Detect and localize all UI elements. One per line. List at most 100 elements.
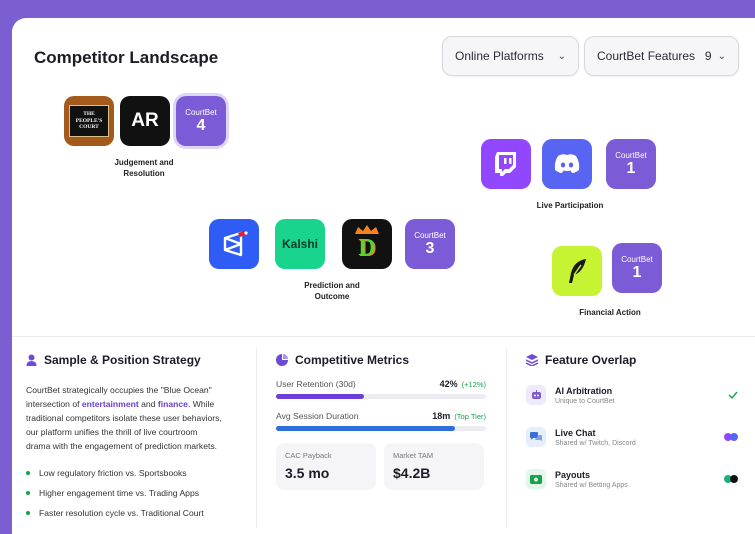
column-divider: [256, 348, 257, 528]
shared-platform-dots: [724, 433, 738, 441]
retention-label: User Retention (30d): [276, 379, 356, 389]
bullet-text: Higher engagement time vs. Trading Apps: [39, 488, 200, 498]
column-divider: [506, 348, 507, 528]
strategy-bullets: Low regulatory friction vs. Sportsbooks …: [26, 463, 241, 523]
finance-highlight: finance: [157, 399, 188, 409]
list-item: Low regulatory friction vs. Sportsbooks: [26, 463, 241, 483]
strategy-line: drama with the engagement of prediction …: [26, 441, 218, 451]
feather-icon: [569, 259, 586, 283]
list-item[interactable]: Payouts Shared w/ Betting Apps: [526, 465, 738, 493]
overlap-section: Feature Overlap AI Arbitration Unique to…: [526, 353, 738, 493]
robot-icon: [526, 385, 546, 405]
retention-value: 42%: [439, 379, 458, 389]
strategy-heading: Sample & Position Strategy: [26, 353, 241, 367]
shared-platform-dots: [724, 475, 738, 483]
chat-icon: [526, 427, 546, 447]
list-item[interactable]: AI Arbitration Unique to CourtBet: [526, 381, 738, 409]
session-value: 18m: [432, 411, 451, 421]
strategy-line: our platform unifies the thrill of live …: [26, 427, 198, 437]
session-note: (Top Tier): [454, 412, 486, 421]
bullet-dot: [26, 511, 30, 515]
draftkings-logo[interactable]: D: [342, 219, 392, 269]
feature-title: Payouts: [555, 469, 591, 480]
tam-label: Market TAM: [393, 451, 434, 460]
courtbet-count: 1: [626, 159, 636, 177]
kpi-row: CAC Payback 3.5 mo Market TAM $4.2B: [276, 443, 486, 490]
market-tam-card: Market TAM $4.2B: [384, 443, 484, 490]
twitch-logo[interactable]: [481, 139, 531, 189]
prediction-label-line2: Outcome: [314, 292, 350, 301]
courtbet-count: 3: [425, 239, 435, 257]
feature-subtitle: Unique to CourtBet: [555, 397, 615, 405]
courtbet-name: CourtBet: [414, 230, 446, 240]
courtbet-name: CourtBet: [185, 107, 217, 117]
retention-note: (+12%): [461, 380, 486, 389]
courtbet-name: CourtBet: [621, 254, 653, 264]
bullet-dot: [26, 471, 30, 475]
metrics-heading: Competitive Metrics: [276, 353, 486, 367]
crown-icon: [355, 225, 379, 234]
feature-title: AI Arbitration: [555, 385, 613, 396]
retention-bar: [276, 394, 486, 399]
chevron-down-icon: ⌄: [717, 50, 726, 62]
bullet-dot: [26, 491, 30, 495]
list-item[interactable]: Live Chat Shared w/ Twitch, Discord: [526, 423, 738, 451]
live-participation-label: Live Participation: [536, 201, 604, 210]
courtbet-features-dropdown[interactable]: CourtBet Features 9 ⌄: [584, 36, 739, 76]
courtbet-financial-badge[interactable]: CourtBet 1: [612, 243, 662, 293]
features-count: 9: [704, 49, 712, 63]
discord-icon: [554, 154, 580, 173]
robinhood-logo[interactable]: [552, 246, 602, 296]
session-bar: [276, 426, 486, 431]
strategy-text: . While: [187, 399, 215, 409]
overlap-heading: Feature Overlap: [526, 353, 738, 367]
prediction-label-line1: Prediction and: [304, 281, 360, 290]
session-metric: Avg Session Duration 18m (Top Tier): [276, 411, 486, 431]
courtbet-count: 1: [632, 263, 642, 281]
ar-logo[interactable]: AR: [120, 96, 170, 146]
strategy-section: Sample & Position Strategy CourtBet stra…: [26, 353, 241, 523]
pie-chart-icon: [276, 354, 288, 366]
peoples-court-text-3: COURT: [79, 124, 99, 131]
judgement-label: Judgement and Resolution: [94, 157, 194, 179]
online-platforms-dropdown[interactable]: Online Platforms ⌄: [442, 36, 579, 76]
page-title: Competitor Landscape: [34, 48, 219, 67]
courtbet-name: CourtBet: [615, 150, 647, 160]
strategy-text: and: [138, 399, 158, 409]
peoples-court-logo[interactable]: THE PEOPLE'S COURT: [64, 96, 114, 146]
overlap-title: Feature Overlap: [545, 353, 637, 367]
metrics-title: Competitive Metrics: [295, 353, 410, 367]
financial-action-label: Financial Action: [579, 308, 641, 317]
money-icon: [526, 469, 546, 489]
draftkings-logo-text: D: [358, 234, 376, 261]
feature-subtitle: Shared w/ Twitch, Discord: [555, 439, 636, 447]
polymarket-icon: [223, 231, 248, 257]
cac-payback-card: CAC Payback 3.5 mo: [276, 443, 376, 490]
retention-bar-fill: [276, 394, 365, 399]
chevron-down-icon: ⌄: [557, 50, 566, 62]
strategy-text: intersection of: [26, 399, 82, 409]
check-icon: [728, 391, 738, 399]
session-label: Avg Session Duration: [276, 411, 359, 421]
courtbet-live-badge[interactable]: CourtBet 1: [606, 139, 656, 189]
bullet-text: Low regulatory friction vs. Sportsbooks: [39, 468, 187, 478]
strategy-line: traditional competitors isolate these us…: [26, 413, 222, 423]
courtbet-judgement-badge[interactable]: CourtBet 4: [176, 96, 226, 146]
strategy-line: CourtBet strategically occupies the "Blu…: [26, 385, 212, 395]
kalshi-logo[interactable]: Kalshi: [275, 219, 325, 269]
discord-logo[interactable]: [542, 139, 592, 189]
online-platforms-label: Online Platforms: [455, 49, 544, 63]
strategy-line: intersection of entertainment and financ…: [26, 397, 241, 411]
polymarket-logo[interactable]: [209, 219, 259, 269]
entertainment-highlight: entertainment: [81, 399, 139, 409]
cac-value: 3.5 mo: [285, 465, 330, 481]
courtbet-prediction-badge[interactable]: CourtBet 3: [405, 219, 455, 269]
ar-logo-text: AR: [131, 110, 159, 131]
metrics-section: Competitive Metrics User Retention (30d)…: [276, 353, 486, 490]
judgement-label-line1: Judgement and: [114, 158, 174, 167]
list-item: Faster resolution cycle vs. Traditional …: [26, 503, 241, 523]
retention-metric: User Retention (30d) 42% (+12%): [276, 379, 486, 399]
strategy-paragraph: CourtBet strategically occupies the "Blu…: [26, 383, 241, 453]
session-bar-fill: [276, 426, 455, 431]
strategy-title: Sample & Position Strategy: [44, 353, 201, 367]
